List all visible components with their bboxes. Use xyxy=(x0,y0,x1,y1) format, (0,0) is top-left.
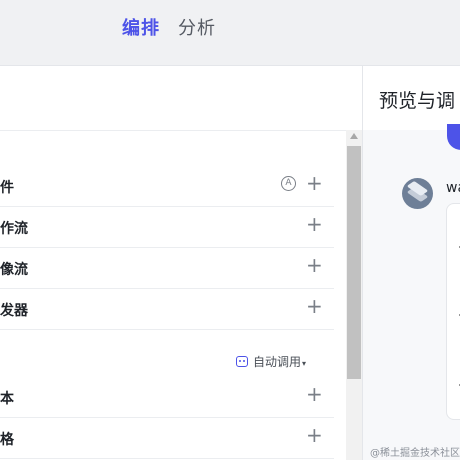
bot-message-card xyxy=(446,203,460,420)
chevron-down-icon: ▾ xyxy=(302,359,307,368)
skills-panel-header xyxy=(0,66,362,131)
list-item[interactable]: 格 + xyxy=(0,417,334,459)
list-item-label: 发器 xyxy=(0,303,28,319)
add-icon[interactable]: + xyxy=(306,214,323,234)
watermark-text: @稀土掘金技术社区 xyxy=(370,448,460,459)
bot-avatar xyxy=(402,178,433,209)
memory-section-header: 自动调用▾ xyxy=(0,347,334,377)
list-item-label: 本 xyxy=(0,391,14,407)
watermark: @稀土掘金技术社区 ✓ xyxy=(370,444,460,459)
list-item[interactable]: 本 + xyxy=(0,376,334,418)
add-icon[interactable]: + xyxy=(306,425,323,445)
list-item-label: 件 xyxy=(0,180,14,196)
preview-title: 预览与调 xyxy=(379,90,456,112)
auto-badge-icon[interactable]: A xyxy=(281,176,296,191)
top-bar: 编排 分析 xyxy=(0,0,460,66)
bot-name: wa xyxy=(446,180,460,196)
add-icon[interactable]: + xyxy=(306,173,323,193)
bot-icon xyxy=(236,356,248,367)
add-icon[interactable]: + xyxy=(306,255,323,275)
list-item-label: 作流 xyxy=(0,221,28,237)
add-icon[interactable]: + xyxy=(306,296,323,316)
add-icon[interactable]: + xyxy=(306,384,323,404)
list-item[interactable]: 作流 + xyxy=(0,206,334,248)
auto-call-label: 自动调用 xyxy=(253,355,302,369)
tab-arrange[interactable]: 编排 xyxy=(122,14,160,40)
list-item-label: 像流 xyxy=(0,262,28,278)
preview-panel-header: 预览与调 xyxy=(363,66,460,130)
skills-list: 件 A + 作流 + 像流 + 发器 + 自动调用▾ 本 + 格 + xyxy=(0,130,346,460)
tab-analysis[interactable]: 分析 xyxy=(178,14,216,40)
scrollbar[interactable] xyxy=(346,130,362,460)
scroll-up-icon[interactable] xyxy=(350,133,358,139)
list-item[interactable]: 发器 + xyxy=(0,288,334,330)
auto-call-dropdown[interactable]: 自动调用▾ xyxy=(236,353,306,370)
scrollbar-thumb[interactable] xyxy=(347,146,361,379)
list-item[interactable]: 像流 + xyxy=(0,247,334,289)
list-item[interactable]: 件 A + xyxy=(0,165,334,207)
list-item-label: 格 xyxy=(0,432,14,448)
